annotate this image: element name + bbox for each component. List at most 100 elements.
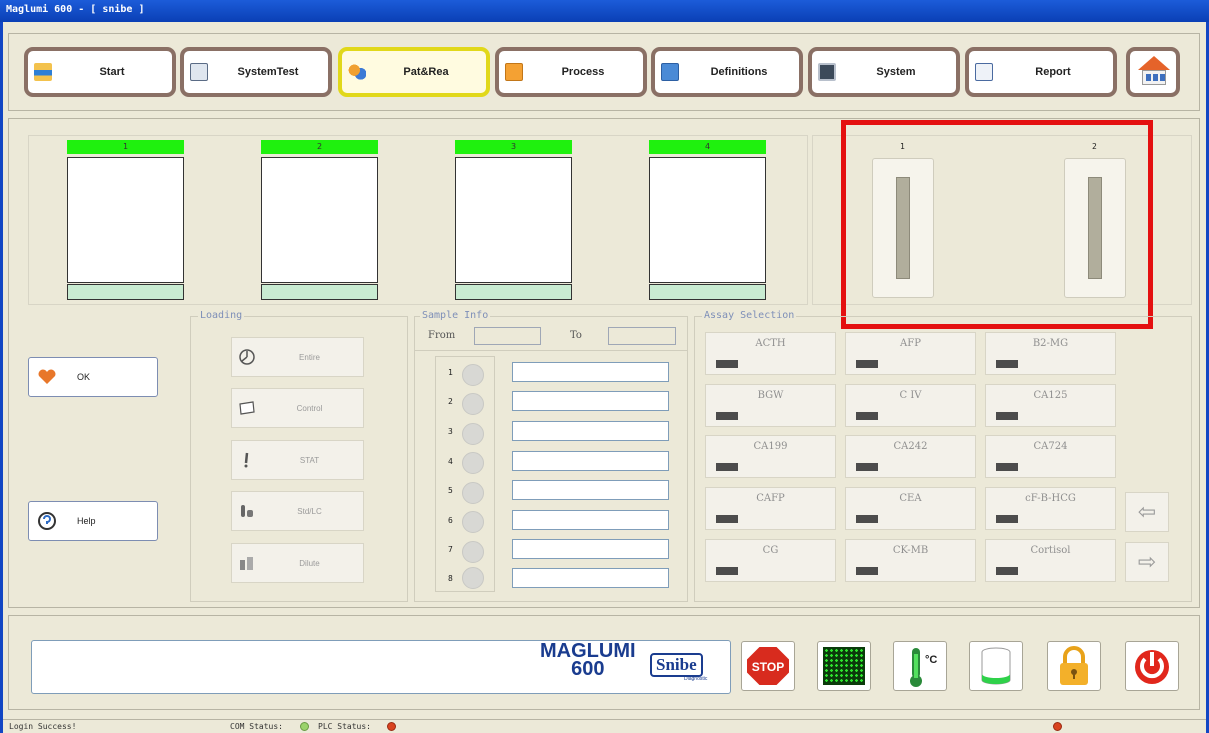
sample-position-8[interactable]: [462, 567, 484, 589]
grid-icon: [823, 647, 865, 685]
assay-ca724[interactable]: CA724: [985, 435, 1116, 478]
process-button[interactable]: Process: [495, 47, 647, 97]
help-button-label: Help: [77, 516, 96, 526]
system-button-label: System: [876, 66, 916, 78]
assay-ca242[interactable]: CA242: [845, 435, 976, 478]
snibe-logo-text: Snibe: [656, 655, 697, 674]
assay-name: CA242: [893, 441, 928, 452]
assay-ck-mb[interactable]: CK-MB: [845, 539, 976, 582]
help-icon: [38, 512, 56, 530]
start-icon: [34, 63, 52, 81]
assay-c-iv[interactable]: C IV: [845, 384, 976, 427]
std-lc-button[interactable]: Std/LC: [231, 491, 364, 531]
definitions-button[interactable]: Definitions: [651, 47, 803, 97]
sample-position-4[interactable]: [462, 452, 484, 474]
ok-button-label: OK: [77, 372, 91, 382]
alarm-status-led: [1053, 722, 1062, 731]
substrate-button[interactable]: [969, 641, 1023, 691]
start-button[interactable]: Start: [24, 47, 176, 97]
assay-cafp[interactable]: CAFP: [705, 487, 836, 530]
position-label-8: 8: [448, 574, 453, 583]
assay-name: Cortisol: [1030, 545, 1071, 556]
temperature-button[interactable]: °C: [893, 641, 947, 691]
com-status-led: [300, 722, 309, 731]
help-button[interactable]: Help: [28, 501, 158, 541]
sample-id-field-4[interactable]: [512, 451, 669, 471]
rack-barcode-2: [261, 284, 378, 300]
assay-indicator: [716, 412, 738, 420]
assay-name: CEA: [899, 493, 922, 504]
sample-rack-3[interactable]: [455, 157, 572, 283]
previous-page-button[interactable]: ⇦: [1125, 492, 1169, 532]
sample-position-3[interactable]: [462, 423, 484, 445]
assay-name: CG: [762, 545, 779, 556]
thermometer-icon: [910, 648, 922, 687]
assay-cg[interactable]: CG: [705, 539, 836, 582]
home-button[interactable]: [1126, 47, 1180, 97]
status-bar: Login Success! COM Status: PLC Status:: [3, 719, 1206, 733]
assay-acth[interactable]: ACTH: [705, 332, 836, 375]
pat-rea-button[interactable]: Pat&Rea: [338, 47, 490, 97]
sample-id-field-5[interactable]: [512, 480, 669, 500]
systemtest-button-label: SystemTest: [237, 66, 299, 78]
heart-icon: [38, 369, 56, 384]
assay-indicator: [716, 515, 738, 523]
sample-id-field-1[interactable]: [512, 362, 669, 382]
assay-bgw[interactable]: BGW: [705, 384, 836, 427]
sample-id-field-6[interactable]: [512, 510, 669, 530]
dilute-button[interactable]: Dilute: [231, 543, 364, 583]
assay-cf-b-hcg[interactable]: cF-B-HCG: [985, 487, 1116, 530]
process-icon: [505, 63, 523, 81]
entire-button[interactable]: Entire: [231, 337, 364, 377]
sample-position-5[interactable]: [462, 482, 484, 504]
sample-position-2[interactable]: [462, 393, 484, 415]
to-input[interactable]: [608, 327, 676, 345]
sample-position-7[interactable]: [462, 541, 484, 563]
control-button[interactable]: Control: [231, 388, 364, 428]
assay-indicator: [996, 412, 1018, 420]
assay-cea[interactable]: CEA: [845, 487, 976, 530]
next-page-button[interactable]: ⇨: [1125, 542, 1169, 582]
assay-indicator: [856, 412, 878, 420]
report-button[interactable]: Report: [965, 47, 1117, 97]
sample-id-field-7[interactable]: [512, 539, 669, 559]
sample-rack-2[interactable]: [261, 157, 378, 283]
power-button[interactable]: [1125, 641, 1179, 691]
stat-button-label: STAT: [299, 455, 320, 465]
exclamation-icon: [244, 452, 249, 468]
system-button[interactable]: System: [808, 47, 960, 97]
from-input[interactable]: [474, 327, 541, 345]
sample-id-field-3[interactable]: [512, 421, 669, 441]
assay-name: CA199: [753, 441, 788, 452]
systemtest-button[interactable]: SystemTest: [180, 47, 332, 97]
assay-indicator: [856, 463, 878, 471]
stop-button[interactable]: STOP: [741, 641, 795, 691]
lock-button[interactable]: [1047, 641, 1101, 691]
position-label-3: 3: [448, 427, 453, 436]
window-title: Maglumi 600 - [ snibe ]: [6, 4, 145, 15]
clock-icon: [239, 349, 255, 365]
com-status-label: COM Status:: [230, 722, 283, 731]
control-button-label: Control: [296, 403, 323, 413]
sample-rack-1[interactable]: [67, 157, 184, 283]
arrow-left-icon: ⇦: [1137, 499, 1157, 525]
sample-position-1[interactable]: [462, 364, 484, 386]
assay-ca125[interactable]: CA125: [985, 384, 1116, 427]
report-icon: [975, 63, 993, 81]
stat-button[interactable]: STAT: [231, 440, 364, 480]
assay-ca199[interactable]: CA199: [705, 435, 836, 478]
sample-id-field-2[interactable]: [512, 391, 669, 411]
sample-rack-4[interactable]: [649, 157, 766, 283]
tray-view-button[interactable]: [817, 641, 871, 691]
entire-button-label: Entire: [299, 352, 320, 362]
ok-button[interactable]: OK: [28, 357, 158, 397]
arrow-right-icon: ⇨: [1137, 549, 1157, 575]
sample-id-field-8[interactable]: [512, 568, 669, 588]
snibe-subtitle: Diagnostic: [684, 676, 708, 682]
assay-cortisol[interactable]: Cortisol: [985, 539, 1116, 582]
assay-afp[interactable]: AFP: [845, 332, 976, 375]
sample-position-6[interactable]: [462, 511, 484, 533]
assay-b2-mg[interactable]: B2-MG: [985, 332, 1116, 375]
std-lc-button-label: Std/LC: [297, 506, 322, 516]
highlight-box: [841, 120, 1153, 329]
